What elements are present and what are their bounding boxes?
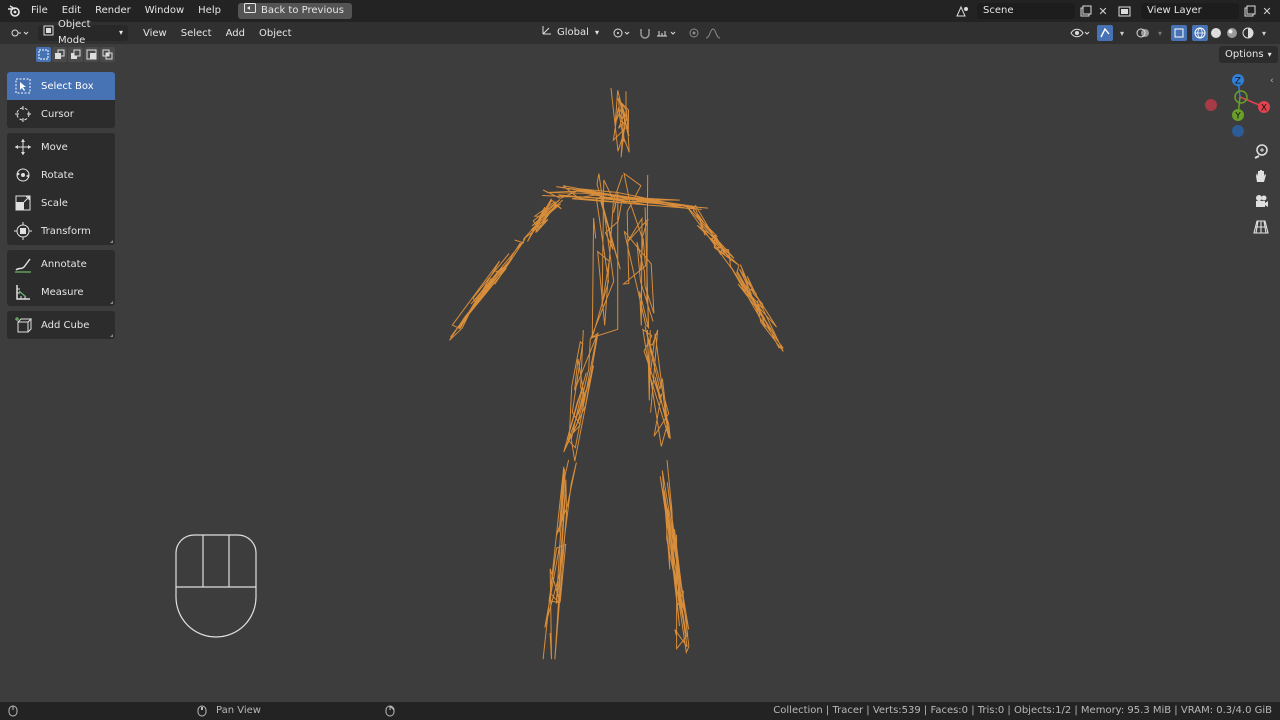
perspective-grid-icon[interactable] — [1250, 216, 1272, 238]
status-bar: Pan View Collection | Tracer | Verts:539… — [0, 702, 1280, 720]
mouse-right-icon — [385, 702, 395, 720]
mouse-middle-icon — [197, 702, 207, 720]
pan-view-hint: Pan View — [216, 705, 261, 716]
navigation-gizmo[interactable]: Z X Y — [1198, 66, 1278, 146]
mouse-icon — [175, 534, 257, 638]
gizmo-neg-z-axis[interactable] — [1232, 125, 1244, 137]
scene-statistics: Collection | Tracer | Verts:539 | Faces:… — [773, 705, 1272, 716]
gizmo-y-label: Y — [1234, 112, 1241, 122]
chevron-left-icon[interactable]: ‹ — [1270, 76, 1274, 86]
gizmo-x-label: X — [1261, 104, 1267, 114]
gizmo-neg-x-axis[interactable] — [1205, 99, 1217, 111]
mouse-left-icon — [8, 702, 18, 720]
gizmo-z-label: Z — [1235, 77, 1241, 87]
hand-pan-icon[interactable] — [1250, 165, 1272, 187]
mesh-edges — [449, 87, 784, 660]
zoom-icon[interactable] — [1250, 140, 1272, 162]
camera-icon[interactable] — [1250, 190, 1272, 212]
